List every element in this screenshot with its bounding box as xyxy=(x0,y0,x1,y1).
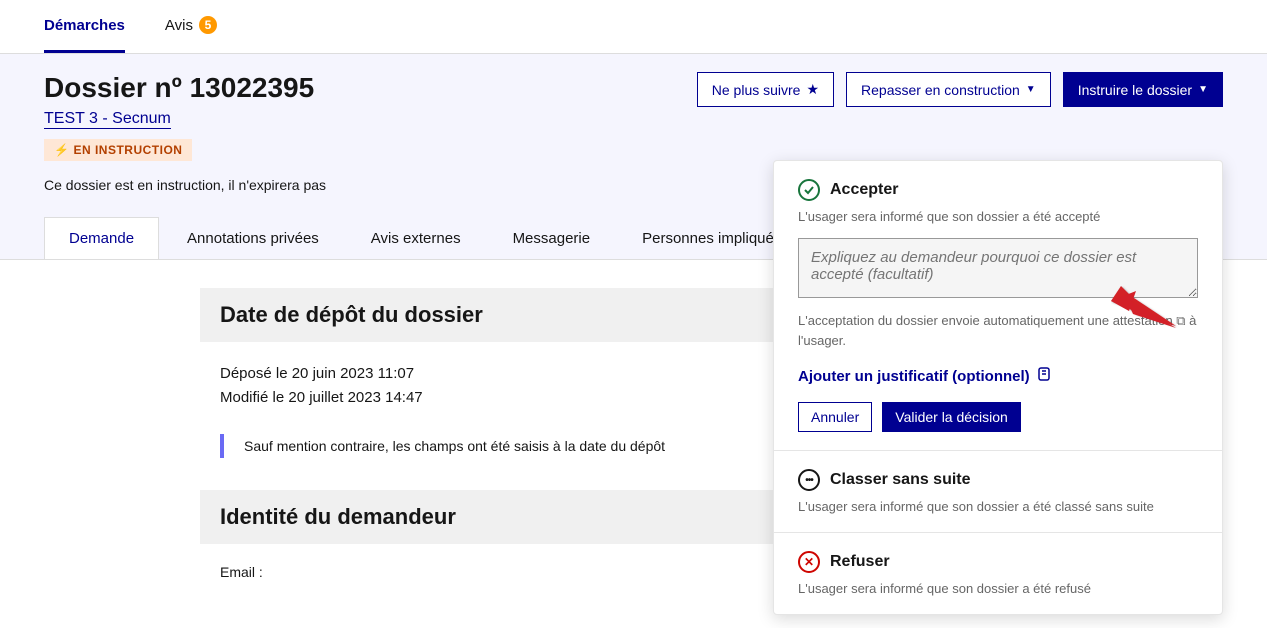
cancel-button[interactable]: Annuler xyxy=(798,402,872,432)
accepter-info: L'acceptation du dossier envoie automati… xyxy=(798,311,1198,350)
lightning-icon: ⚡ xyxy=(54,143,69,157)
main-area: Dossier nº 13022395 TEST 3 - Secnum ⚡ EN… xyxy=(0,54,1267,259)
chevron-down-icon: ▼ xyxy=(1026,84,1036,95)
add-attachment-label: Ajouter un justificatif (optionnel) xyxy=(798,368,1030,385)
avis-count-badge: 5 xyxy=(199,16,217,34)
accepter-title-row: Accepter xyxy=(798,179,1198,201)
nav-avis-label: Avis xyxy=(165,17,193,34)
tab-annotations[interactable]: Annotations privées xyxy=(163,217,343,259)
tab-avis-externes[interactable]: Avis externes xyxy=(347,217,485,259)
instruire-label: Instruire le dossier xyxy=(1078,82,1192,98)
classer-section[interactable]: ••• Classer sans suite L'usager sera inf… xyxy=(774,451,1222,533)
procedure-link[interactable]: TEST 3 - Secnum xyxy=(44,110,171,129)
instruire-button[interactable]: Instruire le dossier ▼ xyxy=(1063,72,1223,107)
chevron-down-icon: ▼ xyxy=(1198,84,1208,95)
paperclip-icon xyxy=(1036,366,1052,386)
accepter-actions: Annuler Valider la décision xyxy=(798,402,1198,432)
title-block: Dossier nº 13022395 TEST 3 - Secnum ⚡ EN… xyxy=(44,72,326,217)
accepter-desc: L'usager sera informé que son dossier a … xyxy=(798,209,1198,224)
unfollow-button[interactable]: Ne plus suivre ★ xyxy=(697,72,834,107)
classer-title: Classer sans suite xyxy=(830,471,971,489)
validate-button[interactable]: Valider la décision xyxy=(882,402,1021,432)
status-text: EN INSTRUCTION xyxy=(73,143,182,157)
tab-messagerie[interactable]: Messagerie xyxy=(489,217,615,259)
refuser-section[interactable]: ✕ Refuser L'usager sera informé que son … xyxy=(774,533,1222,614)
repasser-button[interactable]: Repasser en construction ▼ xyxy=(846,72,1051,107)
accepter-title: Accepter xyxy=(830,181,898,199)
status-badge: ⚡ EN INSTRUCTION xyxy=(44,139,192,161)
tab-demande[interactable]: Demande xyxy=(44,217,159,259)
classer-title-row: ••• Classer sans suite xyxy=(798,469,1198,491)
dots-circle-icon: ••• xyxy=(798,469,820,491)
add-attachment-link[interactable]: Ajouter un justificatif (optionnel) xyxy=(798,366,1052,386)
nav-demarches-label: Démarches xyxy=(44,17,125,34)
nav-avis[interactable]: Avis 5 xyxy=(165,0,217,53)
top-nav: Démarches Avis 5 xyxy=(0,0,1267,54)
refuser-desc: L'usager sera informé que son dossier a … xyxy=(798,581,1198,596)
dossier-title: Dossier nº 13022395 xyxy=(44,72,326,104)
classer-desc: L'usager sera informé que son dossier a … xyxy=(798,499,1198,514)
star-icon: ★ xyxy=(806,81,819,98)
accepter-section: Accepter L'usager sera informé que son d… xyxy=(774,161,1222,451)
unfollow-label: Ne plus suivre xyxy=(712,82,801,98)
instruire-popover: Accepter L'usager sera informé que son d… xyxy=(773,160,1223,615)
x-circle-icon: ✕ xyxy=(798,551,820,573)
check-circle-icon xyxy=(798,179,820,201)
meta-text: Ce dossier est en instruction, il n'expi… xyxy=(44,177,326,193)
action-buttons: Ne plus suivre ★ Repasser en constructio… xyxy=(697,72,1223,107)
refuser-title-row: ✕ Refuser xyxy=(798,551,1198,573)
accepter-textarea[interactable] xyxy=(798,238,1198,298)
refuser-title: Refuser xyxy=(830,553,890,571)
nav-demarches[interactable]: Démarches xyxy=(44,1,125,53)
repasser-label: Repasser en construction xyxy=(861,82,1020,98)
